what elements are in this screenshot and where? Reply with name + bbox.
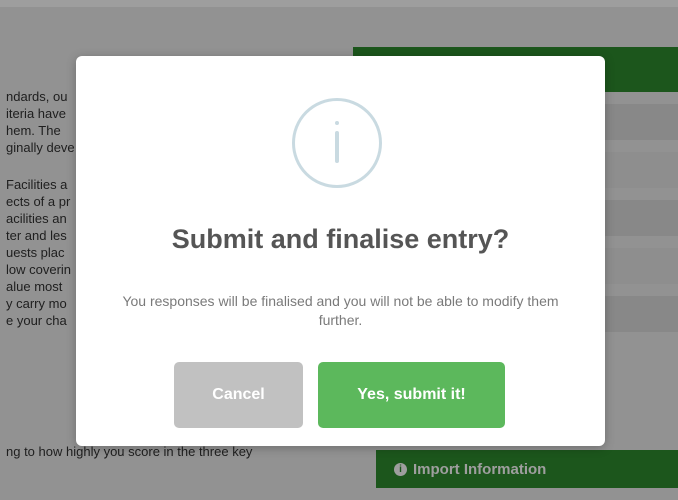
dialog-message: You responses will be finalised and you …: [122, 293, 559, 328]
info-icon: [292, 98, 382, 188]
submit-button[interactable]: Yes, submit it!: [318, 362, 505, 428]
dialog-title: Submit and finalise entry?: [171, 224, 510, 254]
confirm-dialog: Submit and finalise entry? You responses…: [76, 56, 605, 446]
cancel-button[interactable]: Cancel: [174, 362, 303, 428]
